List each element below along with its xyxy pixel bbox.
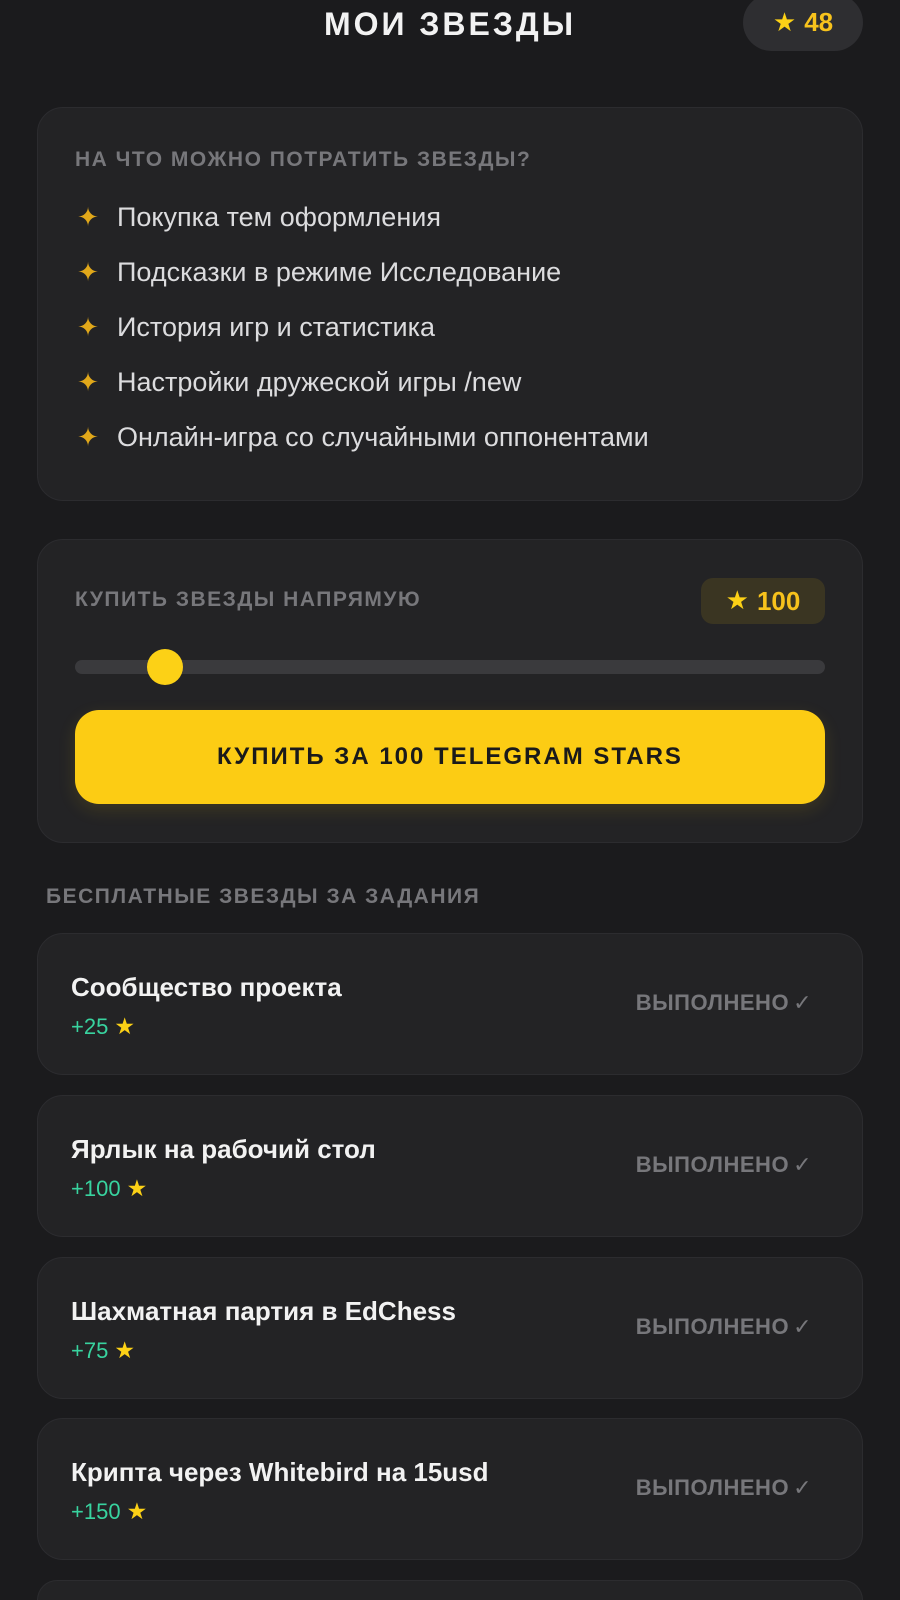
task-status-label: ВЫПОЛНЕНО	[635, 1314, 790, 1339]
task-card-whitebird[interactable]: Крипта через Whitebird на 15usd +150 ★ В…	[37, 1418, 863, 1560]
star-icon: ★	[126, 1498, 148, 1525]
buy-amount-badge: ★ 100	[701, 578, 825, 624]
check-icon: ✓	[793, 1153, 812, 1178]
buy-amount-value: 100	[756, 585, 801, 616]
star-balance[interactable]: ★ 48	[743, 0, 863, 51]
task-reward: +100 ★	[71, 1176, 147, 1202]
feature-item: ✦ Покупка тем оформления	[75, 190, 649, 245]
task-card-community[interactable]: Сообщество проекта +25 ★ ВЫПОЛНЕНО ✓	[37, 933, 863, 1075]
sparkle-icon: ✦	[77, 422, 99, 453]
sparkle-icon: ✦	[77, 312, 99, 343]
task-status: ВЫПОЛНЕНО ✓	[636, 1475, 812, 1501]
sparkle-icon: ✦	[77, 257, 99, 288]
star-icon: ★	[114, 1337, 135, 1364]
stars-page: МОИ ЗВЕЗДЫ ★ 48 НА ЧТО МОЖНО ПОТРАТИТЬ З…	[0, 0, 900, 1600]
task-status-label: ВЫПОЛНЕНО	[635, 1475, 790, 1500]
task-status-label: ВЫПОЛНЕНО	[635, 990, 790, 1015]
check-icon: ✓	[793, 1476, 812, 1501]
buy-stars-heading: КУПИТЬ ЗВЕЗДЫ НАПРЯМУЮ	[75, 588, 422, 611]
feature-label: Настройки дружеской игры /new	[117, 367, 522, 397]
buy-stars-card: КУПИТЬ ЗВЕЗДЫ НАПРЯМУЮ ★ 100 КУПИТЬ ЗА 1…	[37, 539, 863, 843]
task-card-shortcut[interactable]: Ярлык на рабочий стол +100 ★ ВЫПОЛНЕНО ✓	[37, 1095, 863, 1237]
task-card-partial[interactable]	[37, 1580, 863, 1600]
amount-slider[interactable]	[75, 649, 825, 685]
task-title: Крипта через Whitebird на 15usd	[71, 1457, 489, 1487]
sparkle-icon: ✦	[77, 367, 99, 398]
feature-item: ✦ История игр и статистика	[75, 300, 649, 355]
task-status-label: ВЫПОЛНЕНО	[635, 1152, 790, 1177]
task-reward: +150 ★	[71, 1499, 147, 1525]
star-icon: ★	[772, 7, 797, 38]
spend-stars-heading: НА ЧТО МОЖНО ПОТРАТИТЬ ЗВЕЗДЫ?	[75, 148, 532, 171]
task-title: Шахматная партия в EdChess	[71, 1296, 456, 1326]
buy-stars-button[interactable]: КУПИТЬ ЗА 100 TELEGRAM STARS	[75, 710, 825, 804]
task-card-edchess[interactable]: Шахматная партия в EdChess +75 ★ ВЫПОЛНЕ…	[37, 1257, 863, 1399]
task-reward-value: +150	[71, 1499, 121, 1524]
header: МОИ ЗВЕЗДЫ ★ 48	[0, 0, 900, 60]
task-reward-value: +25	[71, 1014, 109, 1039]
task-reward: +75 ★	[71, 1338, 135, 1364]
feature-item: ✦ Онлайн-игра со случайными оппонентами	[75, 410, 649, 465]
check-icon: ✓	[793, 991, 812, 1016]
star-balance-value: 48	[804, 7, 834, 37]
free-stars-heading: БЕСПЛАТНЫЕ ЗВЕЗДЫ ЗА ЗАДАНИЯ	[46, 885, 481, 908]
feature-label: Покупка тем оформления	[117, 202, 441, 232]
task-status: ВЫПОЛНЕНО ✓	[636, 1152, 812, 1178]
spend-stars-card: НА ЧТО МОЖНО ПОТРАТИТЬ ЗВЕЗДЫ? ✦ Покупка…	[37, 107, 863, 501]
feature-item: ✦ Подсказки в режиме Исследование	[75, 245, 649, 300]
task-reward: +25 ★	[71, 1014, 135, 1040]
task-status: ВЫПОЛНЕНО ✓	[636, 990, 812, 1016]
star-icon: ★	[114, 1013, 135, 1040]
task-status: ВЫПОЛНЕНО ✓	[636, 1314, 812, 1340]
check-icon: ✓	[793, 1315, 812, 1340]
feature-item: ✦ Настройки дружеской игры /new	[75, 355, 649, 410]
feature-label: История игр и статистика	[117, 312, 436, 342]
feature-label: Онлайн-игра со случайными оппонентами	[117, 422, 649, 452]
star-icon: ★	[725, 586, 749, 616]
task-title: Ярлык на рабочий стол	[71, 1134, 376, 1164]
task-reward-value: +75	[71, 1338, 109, 1363]
slider-handle[interactable]	[147, 649, 183, 685]
feature-list: ✦ Покупка тем оформления ✦ Подсказки в р…	[75, 190, 649, 465]
feature-label: Подсказки в режиме Исследование	[117, 257, 562, 287]
task-title: Сообщество проекта	[71, 972, 342, 1002]
star-icon: ★	[126, 1175, 148, 1202]
sparkle-icon: ✦	[77, 202, 99, 233]
task-reward-value: +100	[71, 1176, 121, 1201]
